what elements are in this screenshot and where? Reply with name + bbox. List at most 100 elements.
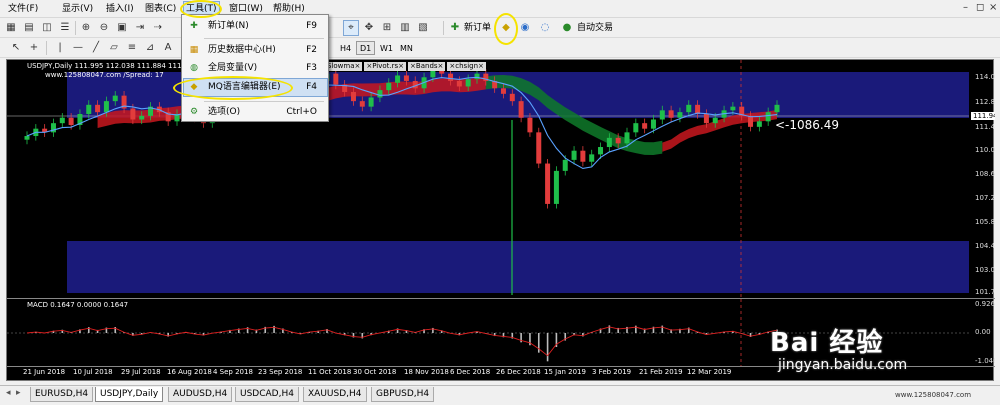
price-tick: 107.260 <box>975 194 995 202</box>
candle-body <box>465 79 471 87</box>
menu-file[interactable]: 文件(F) <box>6 2 40 16</box>
zoom-out-icon[interactable]: ⊖ <box>96 20 112 36</box>
tab-xauusd-h4[interactable]: XAUUSD,H4 <box>303 387 367 402</box>
price-tick: 110.060 <box>975 146 995 154</box>
zoom-in-icon[interactable]: ⊕ <box>78 20 94 36</box>
candle-body <box>748 115 754 127</box>
macd-histogram <box>35 325 778 362</box>
new-chart-icon[interactable]: ▦ <box>3 20 19 36</box>
macd-tick: 0.9267 <box>975 300 995 308</box>
highlight-tools-menu <box>180 0 222 18</box>
time-tick: 21 Jun 2018 <box>23 368 66 376</box>
horizontal-line-icon[interactable]: — <box>70 40 86 56</box>
timeframe-d1[interactable]: D1 <box>356 41 376 55</box>
restore-icon[interactable]: ◻ <box>976 2 984 13</box>
menu-view[interactable]: 显示(V) <box>60 2 95 16</box>
candle-body <box>86 104 92 114</box>
candle-body <box>703 113 709 124</box>
minimize-icon[interactable]: – <box>963 2 968 13</box>
indicator-tab[interactable]: ×Pivot.rs× <box>364 62 407 71</box>
menu-item-history-center[interactable]: ▦ 历史数据中心(H) F2 <box>184 42 327 59</box>
crosshair-mode-icon[interactable]: ⌖ <box>343 20 359 36</box>
auto-trading-icon[interactable]: ● <box>559 20 575 36</box>
navigator-icon[interactable]: ☰ <box>57 20 73 36</box>
tile-windows-icon[interactable]: ▣ <box>114 20 130 36</box>
candle-body <box>368 97 374 107</box>
time-tick: 23 Sep 2018 <box>258 368 303 376</box>
signals-icon[interactable]: ◌ <box>537 20 553 36</box>
price-tick: 111.460 <box>975 123 995 131</box>
trendline-icon[interactable]: ╱ <box>88 40 104 56</box>
tab-eurusd-h4[interactable]: EURUSD,H4 <box>30 387 94 402</box>
text-icon[interactable]: A <box>160 40 176 56</box>
menu-item-global-variables[interactable]: ◍ 全局变量(V) F3 <box>184 60 327 77</box>
auto-scroll-icon[interactable]: ⇢ <box>150 20 166 36</box>
crosshair-icon[interactable]: + <box>26 40 42 56</box>
candle-body <box>642 123 648 129</box>
time-tick: 4 Sep 2018 <box>213 368 253 376</box>
gann-icon[interactable]: ⊿ <box>142 40 158 56</box>
candle-body <box>430 69 436 78</box>
tab-scroll-right-icon[interactable]: ▸ <box>16 388 21 398</box>
chart-tabs-bar: ◂ ▸ EURUSD,H4 USDJPY,Daily AUDUSD,H4 USD… <box>0 385 1000 405</box>
candle-body <box>377 90 383 98</box>
indicator-tab[interactable]: Slowma× <box>325 62 363 71</box>
terminal-icon[interactable]: ◉ <box>517 20 533 36</box>
mt4-window: 文件(F) 显示(V) 插入(I) 图表(C) 工具(T) 窗口(W) 帮助(H… <box>0 0 1000 405</box>
candle-body <box>774 104 780 113</box>
close-icon[interactable]: × <box>989 2 997 13</box>
menu-insert[interactable]: 插入(I) <box>104 2 136 16</box>
auto-trading-button[interactable]: 自动交易 <box>575 20 615 36</box>
indicator-tab[interactable]: ×Bands× <box>408 62 446 71</box>
move-icon[interactable]: ✥ <box>361 20 377 36</box>
candle-body <box>474 73 480 80</box>
menu-item-options[interactable]: ⚙ 选项(O) Ctrl+O <box>184 104 327 121</box>
candle-body <box>59 117 65 124</box>
candle-body <box>686 104 692 113</box>
menu-item-new-order[interactable]: ✚ 新订单(N) F9 <box>184 18 327 35</box>
time-tick: 15 Jan 2019 <box>544 368 586 376</box>
tab-scroll-left-icon[interactable]: ◂ <box>6 388 11 398</box>
fibonacci-icon[interactable]: ≡ <box>124 40 140 56</box>
tab-usdjpy-daily[interactable]: USDJPY,Daily <box>95 387 164 402</box>
price-chart[interactable]: USDJPY,Daily 111.995 112.038 111.884 111… <box>7 60 995 297</box>
price-tick: 108.660 <box>975 170 995 178</box>
menu-charts[interactable]: 图表(C) <box>143 2 178 16</box>
timeframe-w1[interactable]: W1 <box>376 41 397 55</box>
indicator-tabs: Slowma× ×Pivot.rs× ×Bands× ×chsign× <box>325 61 488 71</box>
zoom-icon[interactable]: ⊞ <box>379 20 395 36</box>
highlight-metaeditor-button <box>494 13 518 45</box>
tools-menu-dropdown: ✚ 新订单(N) F9 ▦ 历史数据中心(H) F2 ◍ 全局变量(V) F3 … <box>181 14 329 122</box>
candle-body <box>518 101 524 118</box>
tab-usdcad-h4[interactable]: USDCAD,H4 <box>235 387 299 402</box>
candle-body <box>606 137 612 148</box>
data-window-icon[interactable]: ▥ <box>397 20 413 36</box>
tab-audusd-h4[interactable]: AUDUSD,H4 <box>168 387 233 402</box>
candle-body <box>448 73 454 81</box>
time-tick: 6 Dec 2018 <box>450 368 491 376</box>
vertical-line-icon[interactable]: | <box>52 40 68 56</box>
candle-body <box>386 82 392 91</box>
footer-url: www.125808047.com <box>895 391 972 399</box>
strategy-tester-icon[interactable]: ▧ <box>415 20 431 36</box>
timeframe-h4[interactable]: H4 <box>336 41 355 55</box>
chart-shift-icon[interactable]: ⇥ <box>132 20 148 36</box>
history-center-icon: ▦ <box>189 45 199 55</box>
timeframe-mn[interactable]: MN <box>396 41 417 55</box>
tab-gbpusd-h4[interactable]: GBPUSD,H4 <box>371 387 435 402</box>
market-watch-icon[interactable]: ◫ <box>39 20 55 36</box>
candle-body <box>350 91 356 102</box>
macd-tick: -1.0461 <box>975 357 995 365</box>
candle-body <box>500 88 506 94</box>
new-order-icon[interactable]: ✚ <box>447 20 463 36</box>
price-tick: 112.820 <box>975 98 995 106</box>
candle-body <box>24 136 30 140</box>
candle-body <box>562 159 568 171</box>
candle-body <box>527 117 533 133</box>
cursor-icon[interactable]: ↖ <box>8 40 24 56</box>
profiles-icon[interactable]: ▤ <box>21 20 37 36</box>
channel-icon[interactable]: ▱ <box>106 40 122 56</box>
new-order-button[interactable]: 新订单 <box>462 20 493 36</box>
indicator-tab[interactable]: ×chsign× <box>447 62 486 71</box>
candle-body <box>633 123 639 133</box>
